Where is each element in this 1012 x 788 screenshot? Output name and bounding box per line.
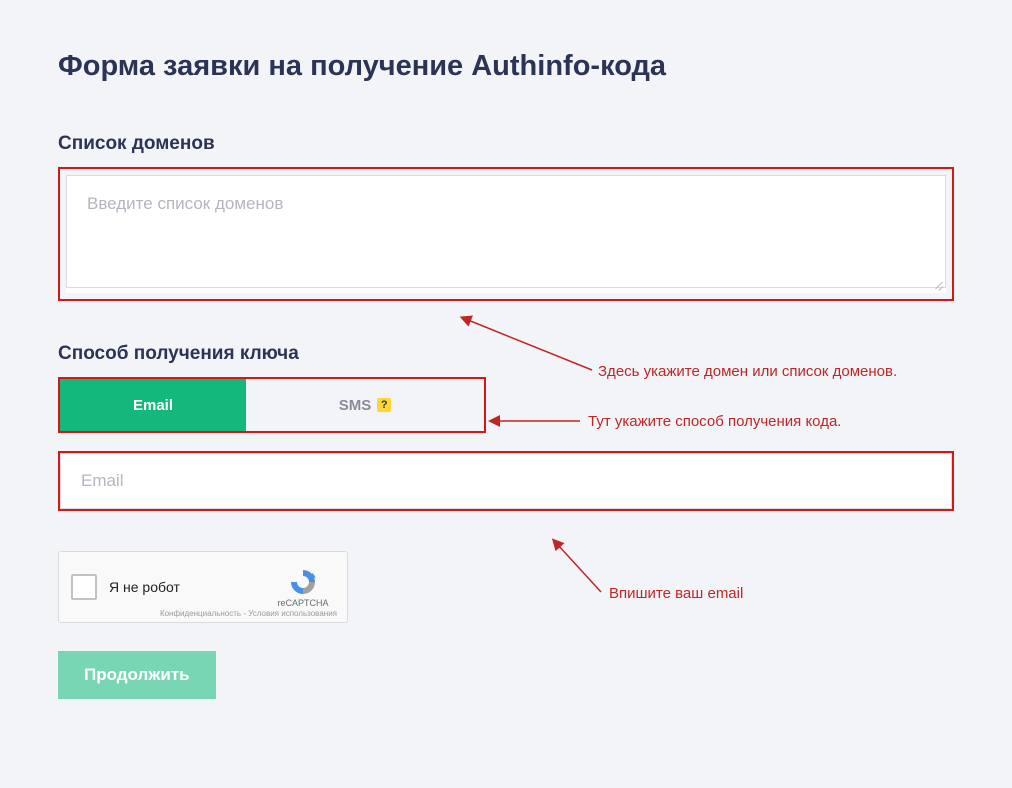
recaptcha-widget: Я не робот reCAPTCHA Конфиденциальность …	[58, 551, 348, 623]
method-highlight-box: Email SMS ?	[58, 377, 486, 433]
page-title: Форма заявки на получение Authinfo-кода	[58, 50, 954, 83]
email-field[interactable]	[60, 453, 952, 509]
domains-label: Список доменов	[58, 133, 954, 155]
annotation-email: Впишите ваш email	[609, 585, 743, 602]
method-label: Способ получения ключа	[58, 343, 954, 365]
help-icon[interactable]: ?	[377, 398, 391, 412]
tab-sms[interactable]: SMS ?	[246, 379, 484, 431]
recaptcha-brand: reCAPTCHA	[277, 598, 328, 608]
recaptcha-logo-icon	[288, 567, 318, 597]
recaptcha-privacy-link[interactable]: Конфиденциальность	[160, 609, 241, 618]
annotation-method: Тут укажите способ получения кода.	[588, 413, 841, 430]
domains-textarea[interactable]	[66, 175, 946, 288]
recaptcha-links: Конфиденциальность - Условия использован…	[160, 609, 337, 618]
submit-button[interactable]: Продолжить	[58, 651, 216, 699]
recaptcha-checkbox[interactable]	[71, 574, 97, 600]
recaptcha-label: Я не робот	[109, 579, 269, 595]
email-highlight-box	[58, 451, 954, 511]
annotation-domains: Здесь укажите домен или список доменов.	[598, 363, 897, 380]
recaptcha-terms-link[interactable]: Условия использования	[248, 609, 337, 618]
tab-email[interactable]: Email	[60, 379, 246, 431]
tab-sms-label: SMS	[339, 397, 372, 414]
domains-highlight-box	[58, 167, 954, 301]
